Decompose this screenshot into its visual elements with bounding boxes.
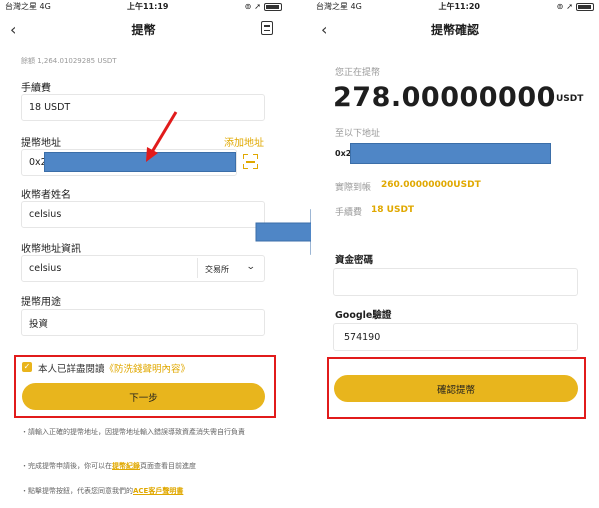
- scan-qr-icon[interactable]: [243, 154, 258, 169]
- actual-value: 260.00000000USDT: [381, 180, 481, 190]
- fund-password-input[interactable]: [333, 268, 578, 296]
- purpose-input[interactable]: 投資: [21, 309, 265, 336]
- aml-statement-link[interactable]: 《防洗錢聲明內容》: [105, 364, 191, 375]
- agree-text: 本人已詳盡閱讀《防洗錢聲明內容》: [38, 361, 190, 375]
- recipient-name-value: celsius: [29, 209, 62, 220]
- carrier-label: 台灣之星: [5, 2, 37, 11]
- note-2-suffix: 頁面查看目前進度: [140, 462, 196, 470]
- select-divider: [197, 258, 198, 278]
- withdraw-amount: 278.00000000: [333, 82, 556, 113]
- agree-prefix: 本人已詳盡閱讀: [38, 364, 105, 375]
- note-3-prefix: ・點擊提幣按鈕，代表您同意我們的: [21, 487, 133, 495]
- to-address-label: 至以下地址: [335, 129, 381, 139]
- withdraw-record-link[interactable]: 提幣紀錄: [112, 462, 140, 470]
- fee-label: 手續費: [21, 83, 51, 94]
- location-icon: ➚: [254, 2, 261, 11]
- address-label: 提幣地址: [21, 138, 61, 149]
- recipient-info-value: celsius: [29, 263, 62, 274]
- alarm-icon: ⊚: [244, 2, 252, 11]
- fee-value: 18 USDT: [29, 102, 71, 113]
- clock: 上午11:19: [126, 2, 169, 11]
- recipient-info-label: 收幣地址資訊: [21, 244, 81, 255]
- note-2: ・完成提幣申請後，你可以在提幣紀錄頁面查看目前進度: [21, 461, 271, 471]
- add-address-link[interactable]: 添加地址: [224, 134, 264, 149]
- address-redaction: [350, 143, 551, 164]
- purpose-value: 投資: [29, 318, 49, 330]
- note-2-prefix: ・完成提幣申請後，你可以在: [21, 462, 112, 470]
- battery-icon: [264, 2, 282, 11]
- alarm-icon: ⊚: [556, 2, 564, 11]
- nav-bar: ‹ 提幣: [0, 13, 287, 45]
- network-label: 4G: [350, 2, 362, 11]
- recipient-name-label: 收幣者姓名: [21, 190, 71, 201]
- withdrawing-label: 您正在提幣: [335, 68, 381, 78]
- carrier-label: 台灣之星: [316, 2, 348, 11]
- actual-label: 實際到帳: [335, 183, 372, 193]
- location-icon: ➚: [566, 2, 573, 11]
- fund-password-label: 資金密碼: [335, 255, 374, 266]
- google-auth-value: 574190: [344, 331, 381, 343]
- status-bar: 台灣之星 4G 上午11:20 ⊚ ➚: [311, 0, 599, 13]
- confirm-withdraw-button[interactable]: 確認提幣: [334, 375, 578, 402]
- next-button[interactable]: 下一步: [22, 383, 265, 410]
- amount-unit: USDT: [556, 94, 584, 104]
- status-bar: 台灣之星 4G 上午11:19 ⊚ ➚: [0, 0, 287, 13]
- fee-field: 18 USDT: [21, 94, 265, 121]
- fee-value: 18 USDT: [371, 205, 415, 215]
- agree-checkbox[interactable]: ✓: [22, 362, 32, 372]
- customer-statement-link[interactable]: ACE客戶聲明書: [133, 487, 183, 495]
- note-3: ・點擊提幣按鈕，代表您同意我們的ACE客戶聲明書: [21, 486, 271, 496]
- nav-bar: ‹ 提幣確認: [311, 13, 599, 45]
- google-auth-input[interactable]: 574190: [333, 323, 578, 351]
- fee-label: 手續費: [335, 208, 363, 218]
- battery-icon: [576, 2, 594, 11]
- address-redaction: [44, 152, 236, 172]
- page-title: 提幣確認: [430, 22, 479, 37]
- address-prefix: 0x2: [335, 149, 352, 158]
- back-button[interactable]: ‹: [321, 20, 327, 39]
- clock: 上午11:20: [438, 2, 480, 11]
- withdraw-screen: 台灣之星 4G 上午11:19 ⊚ ➚ ‹ 提幣 餘額 1,264.0102928…: [0, 0, 287, 508]
- network-label: 4G: [39, 2, 51, 11]
- record-icon[interactable]: [261, 21, 273, 35]
- note-1: ・請輸入正確的提幣地址，因提幣地址輸入錯誤導致資產消失需自行負責: [21, 428, 245, 436]
- exchange-select[interactable]: 交易所: [205, 264, 229, 275]
- recipient-name-input[interactable]: celsius: [21, 201, 265, 228]
- withdraw-confirm-screen: 台灣之星 4G 上午11:20 ⊚ ➚ ‹ 提幣確認 您正在提幣 278.0000…: [311, 0, 599, 508]
- chevron-down-icon[interactable]: ⌄: [246, 262, 256, 272]
- back-button[interactable]: ‹: [10, 20, 16, 39]
- google-auth-label: Google驗證: [335, 310, 392, 321]
- balance-text: 餘額 1,264.01029285 USDT: [21, 57, 117, 65]
- page-title: 提幣: [131, 22, 156, 37]
- purpose-label: 提幣用途: [21, 297, 61, 308]
